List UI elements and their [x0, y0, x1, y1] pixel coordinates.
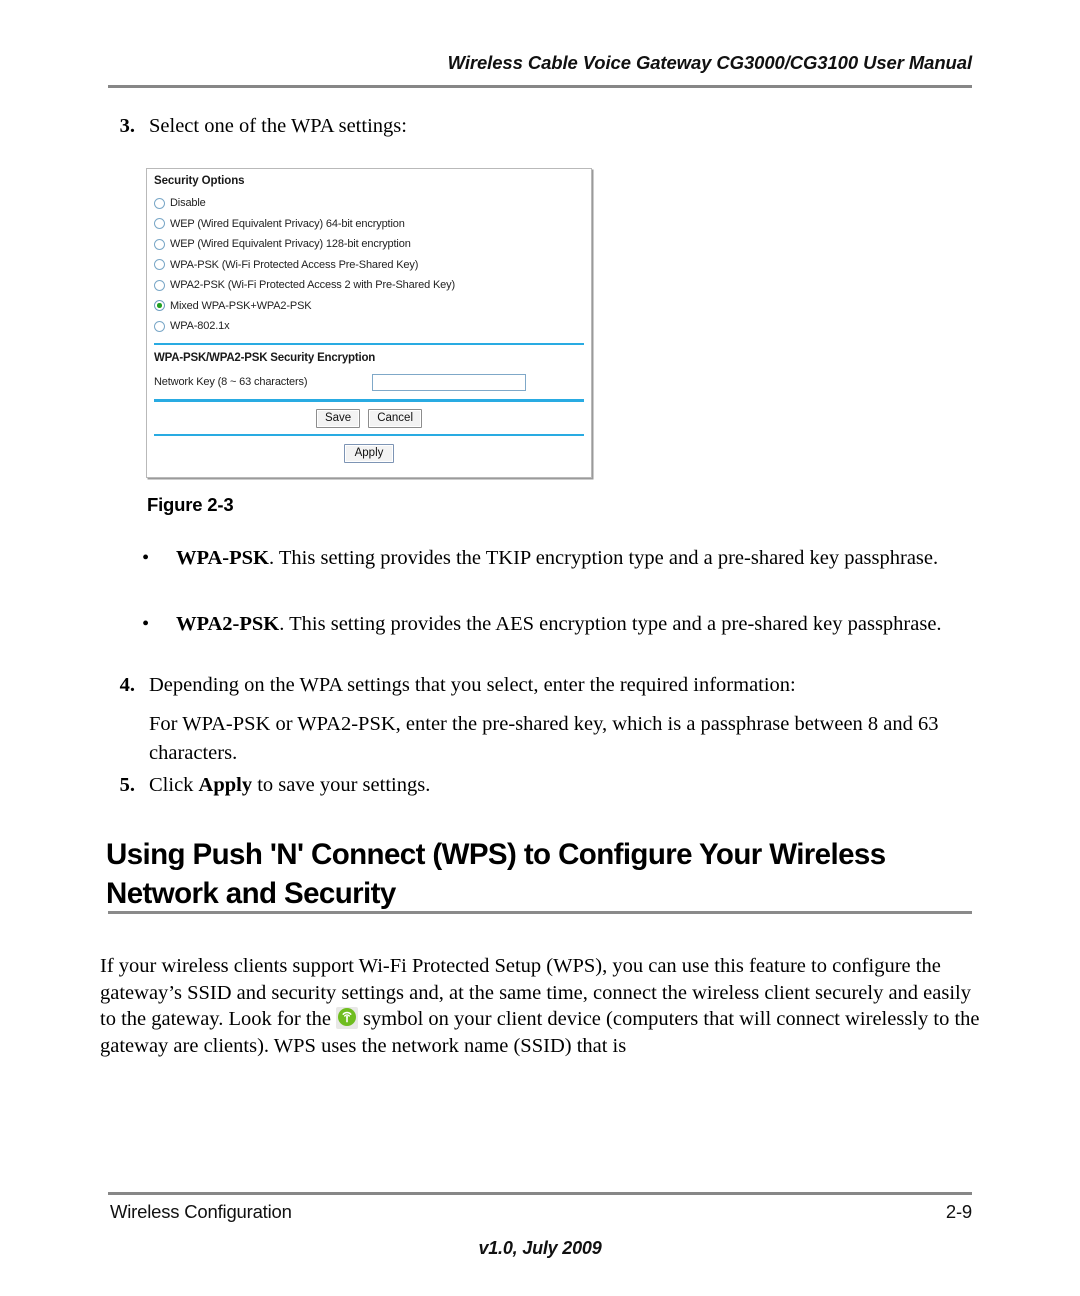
radio-icon[interactable]: [154, 279, 165, 291]
section-divider-rule: [154, 399, 584, 402]
step-4-text: Depending on the WPA settings that you s…: [149, 674, 796, 696]
footer-page-number: 2-9: [945, 1201, 972, 1222]
radio-option-wep-128[interactable]: WEP (Wired Equivalent Privacy) 128-bit e…: [154, 234, 584, 255]
bullet-dot: •: [142, 547, 150, 569]
footer-divider-rule: [108, 1192, 972, 1195]
step-3-number: 3.: [119, 115, 135, 137]
security-options-screenshot: Security Options Disable WEP (Wired Equi…: [146, 168, 592, 478]
radio-icon[interactable]: [154, 320, 165, 332]
radio-icon[interactable]: [154, 238, 165, 250]
section-body-paragraph: If your wireless clients support Wi-Fi P…: [100, 953, 980, 1059]
figure-caption: Figure 2-3: [147, 494, 234, 515]
radio-option-label: Mixed WPA-PSK+WPA2-PSK: [170, 299, 312, 312]
radio-option-label: Disable: [170, 197, 206, 210]
radio-option-mixed-wpa-psk-wpa2-psk[interactable]: Mixed WPA-PSK+WPA2-PSK: [154, 296, 584, 317]
network-key-input[interactable]: [372, 373, 526, 391]
wps-symbol-icon: [335, 1007, 358, 1029]
radio-option-wpa-802-1x[interactable]: WPA-802.1x: [154, 316, 584, 337]
bullet-body: . This setting provides the AES encrypti…: [279, 613, 942, 635]
radio-option-label: WEP (Wired Equivalent Privacy) 128-bit e…: [170, 238, 411, 251]
radio-option-wep-64[interactable]: WEP (Wired Equivalent Privacy) 64-bit en…: [154, 214, 584, 235]
step-5-suffix: to save your settings.: [252, 774, 431, 796]
section-divider-rule: [154, 433, 584, 436]
step-5-prefix: Click: [149, 774, 199, 796]
network-key-row: Network Key (8 ~ 63 characters): [154, 371, 584, 393]
footer-version-label: v1.0, July 2009: [478, 1238, 602, 1258]
step-3: 3. Select one of the WPA settings:: [105, 113, 805, 140]
apply-button-row: Apply: [154, 444, 584, 463]
radio-option-wpa-psk[interactable]: WPA-PSK (Wi-Fi Protected Access Pre-Shar…: [154, 255, 584, 276]
bullet-item-wpa2-psk: • WPA2-PSK. This setting provides the AE…: [142, 610, 982, 639]
radio-icon[interactable]: [154, 218, 165, 230]
save-button[interactable]: Save: [315, 408, 361, 428]
radio-option-disable[interactable]: Disable: [154, 193, 584, 214]
step-5: 5. Click Apply to save your settings.: [105, 772, 805, 799]
step-3-text: Select one of the WPA settings:: [149, 115, 407, 137]
radio-icon[interactable]: [154, 259, 165, 271]
radio-option-label: WPA-PSK (Wi-Fi Protected Access Pre-Shar…: [170, 258, 419, 271]
bullet-item-wpa-psk: • WPA-PSK. This setting provides the TKI…: [142, 544, 982, 573]
section-divider-rule: [154, 342, 584, 345]
page-title: Using Push 'N' Connect (WPS) to Configur…: [106, 838, 886, 910]
radio-icon-selected[interactable]: [154, 300, 165, 312]
wps-icon-glyph: [342, 1011, 352, 1023]
running-header-title: Wireless Cable Voice Gateway CG3000/CG31…: [447, 52, 972, 73]
radio-option-wpa2-psk[interactable]: WPA2-PSK (Wi-Fi Protected Access 2 with …: [154, 275, 584, 296]
bullet-body: . This setting provides the TKIP encrypt…: [269, 547, 939, 569]
bullet-text: WPA-PSK. This setting provides the TKIP …: [176, 544, 982, 573]
radio-option-label: WPA-802.1x: [170, 320, 230, 333]
bullet-term: WPA2-PSK: [176, 613, 280, 635]
bullet-text: WPA2-PSK. This setting provides the AES …: [176, 610, 982, 639]
header-divider-rule: [108, 85, 972, 88]
step-4: 4. Depending on the WPA settings that yo…: [105, 672, 985, 699]
radio-icon[interactable]: [154, 197, 165, 209]
bullet-dot: •: [142, 613, 150, 635]
step-5-text: Click Apply to save your settings.: [149, 772, 805, 799]
security-options-heading: Security Options: [154, 175, 245, 187]
cancel-button[interactable]: Cancel: [368, 408, 423, 428]
step-4-number: 4.: [119, 674, 135, 696]
heading-divider-rule: [108, 911, 972, 914]
radio-option-label: WPA2-PSK (Wi-Fi Protected Access 2 with …: [170, 279, 455, 292]
apply-button[interactable]: Apply: [343, 444, 395, 463]
encryption-section-heading: WPA-PSK/WPA2-PSK Security Encryption: [154, 352, 376, 364]
step-5-bold-term: Apply: [198, 774, 253, 796]
save-cancel-button-row: Save Cancel: [154, 408, 584, 428]
screenshot-inner-panel: Security Options Disable WEP (Wired Equi…: [154, 175, 584, 472]
radio-option-label: WEP (Wired Equivalent Privacy) 64-bit en…: [170, 217, 405, 230]
step-4-subtext: For WPA-PSK or WPA2-PSK, enter the pre-s…: [149, 713, 939, 764]
network-key-label: Network Key (8 ~ 63 characters): [154, 376, 308, 388]
step-5-number: 5.: [119, 774, 135, 796]
bullet-term: WPA-PSK: [176, 547, 270, 569]
